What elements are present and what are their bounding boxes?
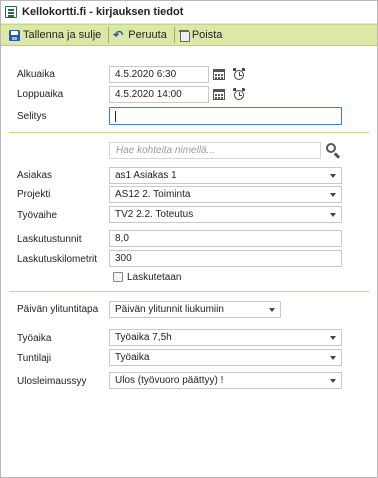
description-label: Selitys: [17, 111, 47, 122]
hour-type-value: Työaika: [115, 352, 150, 363]
overtime-mode-label: Päivän ylituntitapa: [17, 304, 99, 315]
dialog-window: Kellokortti.fi - kirjauksen tiedot Talle…: [0, 0, 378, 478]
billable-km-input[interactable]: 300: [109, 250, 342, 267]
phase-select[interactable]: TV2 2.2. Toteutus: [109, 206, 342, 223]
chevron-down-icon: [330, 213, 336, 217]
work-time-value: Työaika 7,5h: [115, 332, 172, 343]
end-time-label: Loppuaika: [17, 89, 64, 100]
billable-hours-label: Laskutustunnit: [17, 234, 82, 245]
end-time-value: 4.5.2020 14:00: [115, 89, 182, 100]
project-row: Projekti AS12 2. Toiminta: [1, 185, 377, 207]
alarm-clock-icon[interactable]: [233, 88, 245, 100]
customer-value: as1 Asiakas 1: [115, 170, 177, 181]
phase-label: Työvaihe: [17, 210, 58, 221]
billable-km-label: Laskutuskilometrit: [17, 254, 98, 265]
billed-checkbox[interactable]: [113, 272, 123, 282]
start-time-label: Alkuaika: [17, 69, 55, 80]
toolbar: Tallenna ja sulje ↶ Peruuta Poista: [1, 24, 377, 46]
billable-hours-row: Laskutustunnit 8,0: [1, 230, 377, 252]
clock-out-reason-row: Ulosleimaussyy Ulos (työvuoro päättyy) !: [1, 372, 377, 394]
notepad-icon: [5, 6, 17, 18]
trash-icon: [178, 29, 190, 42]
floppy-disk-icon: [9, 29, 20, 41]
section-divider: [9, 291, 369, 292]
project-select[interactable]: AS12 2. Toiminta: [109, 186, 342, 203]
description-row: Selitys: [1, 107, 377, 131]
section-divider: [9, 132, 369, 133]
delete-button[interactable]: Poista: [177, 26, 228, 44]
clock-out-reason-select[interactable]: Ulos (työvuoro päättyy) !: [109, 372, 342, 389]
chevron-down-icon: [330, 193, 336, 197]
overtime-mode-row: Päivän ylituntitapa Päivän ylitunnit liu…: [1, 301, 377, 323]
project-label: Projekti: [17, 189, 51, 200]
customer-label: Asiakas: [17, 170, 53, 181]
chevron-down-icon: [269, 308, 275, 312]
calendar-icon[interactable]: [213, 89, 225, 100]
work-time-label: Työaika: [17, 333, 52, 344]
toolbar-separator: [173, 27, 175, 43]
text-caret: [115, 110, 116, 122]
work-time-row: Työaika Työaika 7,5h: [1, 329, 377, 351]
save-and-close-label: Tallenna ja sulje: [23, 29, 102, 41]
calendar-icon[interactable]: [213, 69, 225, 80]
delete-label: Poista: [191, 29, 223, 41]
cancel-label: Peruuta: [128, 29, 167, 41]
search-input[interactable]: Hae kohteita nimellä...: [109, 142, 321, 159]
work-time-select[interactable]: Työaika 7,5h: [109, 329, 342, 346]
chevron-down-icon: [330, 356, 336, 360]
clock-out-reason-label: Ulosleimaussyy: [17, 376, 87, 387]
overtime-mode-select[interactable]: Päivän ylitunnit liukumiin: [109, 301, 281, 318]
clock-out-reason-value: Ulos (työvuoro päättyy) !: [115, 375, 224, 386]
alarm-clock-icon[interactable]: [233, 68, 245, 80]
phase-value: TV2 2.2. Toteutus: [115, 209, 194, 220]
magnifier-icon[interactable]: [325, 142, 341, 159]
cancel-button[interactable]: ↶ Peruuta: [111, 26, 172, 44]
billable-km-row: Laskutuskilometrit 300: [1, 250, 377, 272]
chevron-down-icon: [330, 336, 336, 340]
overtime-mode-value: Päivän ylitunnit liukumiin: [115, 304, 224, 315]
phase-row: Työvaihe TV2 2.2. Toteutus: [1, 206, 377, 228]
search-placeholder: Hae kohteita nimellä...: [116, 145, 215, 156]
hour-type-label: Tuntilaji: [17, 353, 52, 364]
end-time-input[interactable]: 4.5.2020 14:00: [109, 86, 209, 103]
start-time-value: 4.5.2020 6:30: [115, 69, 177, 80]
save-and-close-button[interactable]: Tallenna ja sulje: [7, 26, 106, 44]
title-bar: Kellokortti.fi - kirjauksen tiedot: [1, 1, 377, 24]
project-value: AS12 2. Toiminta: [115, 189, 191, 200]
hour-type-select[interactable]: Työaika: [109, 349, 342, 366]
billable-hours-input[interactable]: 8,0: [109, 230, 342, 247]
chevron-down-icon: [330, 379, 336, 383]
start-time-row: Alkuaika 4.5.2020 6:30: [1, 65, 377, 87]
hour-type-row: Tuntilaji Työaika: [1, 349, 377, 371]
toolbar-separator: [108, 27, 110, 43]
customer-select[interactable]: as1 Asiakas 1: [109, 167, 342, 184]
billable-km-value: 300: [115, 253, 132, 264]
window-title: Kellokortti.fi - kirjauksen tiedot: [22, 6, 184, 18]
undo-arrow-icon: ↶: [113, 28, 124, 42]
description-input[interactable]: [109, 107, 342, 125]
start-time-input[interactable]: 4.5.2020 6:30: [109, 66, 209, 83]
billed-label: Laskutetaan: [127, 272, 182, 283]
chevron-down-icon: [330, 174, 336, 178]
billable-hours-value: 8,0: [115, 233, 129, 244]
end-time-row: Loppuaika 4.5.2020 14:00: [1, 85, 377, 107]
